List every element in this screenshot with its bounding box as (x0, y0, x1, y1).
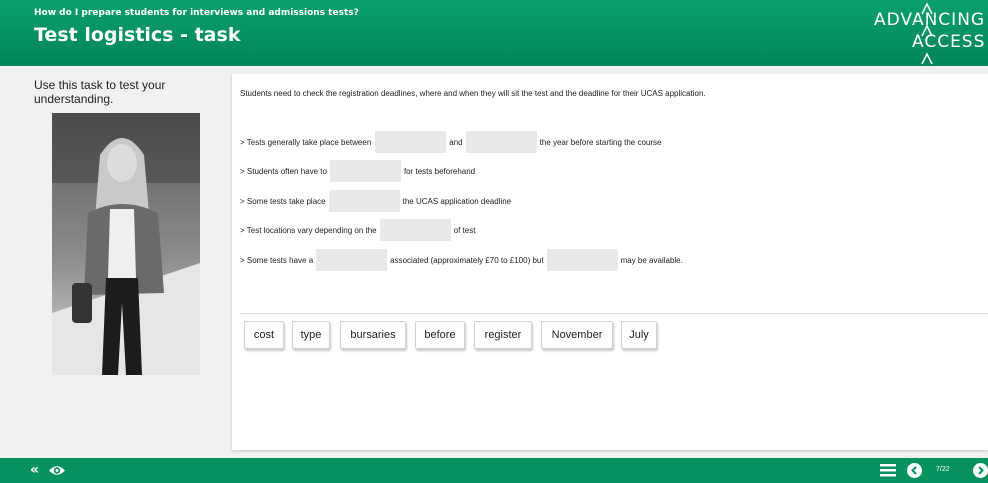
drop-zone-2[interactable] (465, 131, 537, 153)
task-intro: Students need to check the registration … (240, 89, 706, 98)
task-instruction: Use this task to test your understanding… (34, 78, 166, 106)
word-chip-july[interactable]: July (621, 321, 657, 349)
header-bar: How do I prepare students for interviews… (0, 0, 988, 66)
student-photo (52, 113, 200, 375)
module-question: How do I prepare students for interviews… (34, 8, 359, 18)
sentence-1-part-b: and (449, 137, 463, 147)
sentence-2-part-b: for tests beforehand (403, 166, 476, 176)
sentence-2-part-a: > Students often have to (240, 166, 327, 176)
advancing-access-logo: ADVANCING ACCESS (872, 0, 988, 66)
sentence-2: > Students often have to for tests befor… (240, 160, 475, 182)
collapse-icon[interactable]: « (30, 462, 39, 478)
sentence-1-part-a: > Tests generally take place between (240, 137, 372, 147)
prev-icon[interactable] (907, 463, 922, 478)
word-chip-type[interactable]: type (292, 321, 330, 349)
word-chip-november[interactable]: November (541, 321, 613, 349)
footer-bar: « 7/22 (0, 458, 988, 483)
word-chip-bursaries[interactable]: bursaries (340, 321, 406, 349)
eye-icon[interactable] (48, 464, 66, 477)
sentence-4-part-b: of test (453, 225, 476, 235)
sentence-5-part-c: may be available. (620, 255, 683, 265)
next-icon[interactable] (973, 463, 988, 478)
sentence-4: > Test locations vary depending on the o… (240, 219, 475, 241)
divider (240, 313, 988, 314)
drop-zone-4[interactable] (328, 190, 400, 212)
sentence-5: > Some tests have a associated (approxim… (240, 249, 683, 271)
drop-zone-3[interactable] (329, 160, 401, 182)
page-indicator: 7/22 (936, 466, 950, 473)
logo-text-line2: ACCESS (912, 32, 986, 52)
sentence-4-part-a: > Test locations vary depending on the (240, 225, 377, 235)
sentence-1-part-c: the year before starting the course (539, 137, 662, 147)
drop-zone-7[interactable] (546, 249, 618, 271)
word-chip-before[interactable]: before (415, 321, 465, 349)
sentence-5-part-a: > Some tests have a (240, 255, 314, 265)
sentence-1: > Tests generally take place between and… (240, 131, 662, 153)
word-chip-register[interactable]: register (474, 321, 532, 349)
drop-zone-5[interactable] (379, 219, 451, 241)
drop-zone-6[interactable] (316, 249, 388, 271)
menu-icon[interactable] (880, 464, 896, 477)
task-card: Students need to check the registration … (232, 74, 988, 450)
sentence-3-part-b: the UCAS application deadline (402, 196, 512, 206)
logo-text-line1: ADVANCING (874, 10, 986, 30)
drop-zone-1[interactable] (375, 131, 447, 153)
sentence-3: > Some tests take place the UCAS applica… (240, 190, 511, 212)
word-chip-cost[interactable]: cost (244, 321, 284, 349)
sentence-5-part-b: associated (approximately £70 to £100) b… (390, 255, 544, 265)
page-title: Test logistics - task (34, 24, 241, 46)
sentence-3-part-a: > Some tests take place (240, 196, 326, 206)
